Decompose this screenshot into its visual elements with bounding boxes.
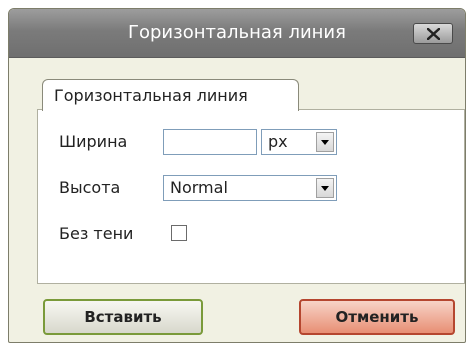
- noshade-checkbox[interactable]: [171, 225, 187, 241]
- width-unit-value: px: [268, 132, 288, 151]
- chevron-down-icon: [321, 186, 329, 191]
- width-label: Ширина: [59, 132, 128, 151]
- height-select[interactable]: Normal: [163, 175, 337, 201]
- tab-horizontal-line[interactable]: Горизонтальная линия: [42, 79, 299, 111]
- height-dropdown-button[interactable]: [316, 178, 334, 198]
- dialog-title: Горизонтальная линия: [128, 22, 346, 43]
- insert-button[interactable]: Вставить: [43, 299, 203, 335]
- width-input[interactable]: [163, 129, 257, 155]
- noshade-label: Без тени: [59, 224, 134, 243]
- chevron-down-icon: [321, 140, 329, 145]
- width-unit-dropdown-button[interactable]: [316, 132, 334, 152]
- width-unit-select[interactable]: px: [261, 129, 337, 155]
- cancel-button[interactable]: Отменить: [299, 299, 455, 335]
- close-button[interactable]: [413, 23, 453, 44]
- horizontal-line-dialog: Горизонтальная линия Горизонтальная лини…: [8, 8, 466, 343]
- dialog-titlebar[interactable]: Горизонтальная линия: [9, 9, 465, 58]
- close-x-icon: [427, 28, 440, 40]
- properties-panel: Ширина px Высота Normal Без тени: [37, 109, 465, 284]
- height-label: Высота: [59, 178, 121, 197]
- height-value: Normal: [170, 178, 228, 197]
